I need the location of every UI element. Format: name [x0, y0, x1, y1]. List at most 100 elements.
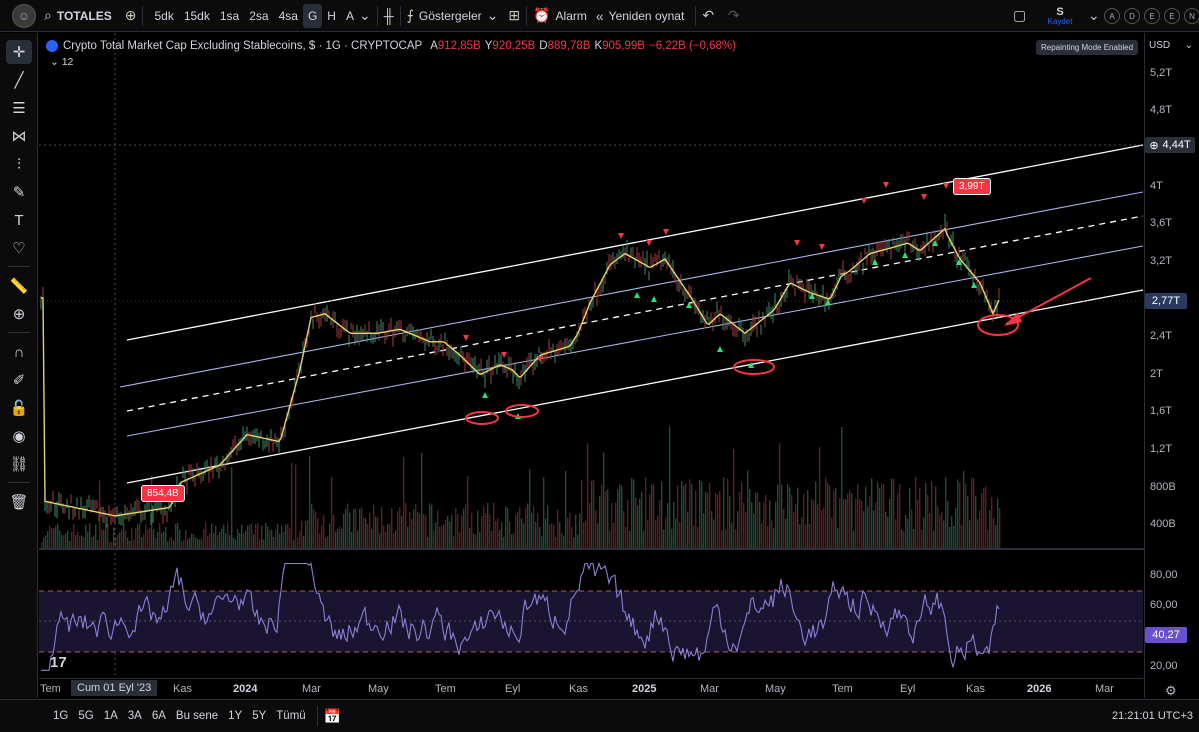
volume-bar [149, 527, 151, 548]
volume-bar [91, 536, 93, 548]
volume-bar [979, 510, 981, 548]
range-1d[interactable]: 1G [48, 710, 73, 722]
volume-bar [539, 527, 541, 548]
signal-markers [463, 182, 977, 419]
low-price-label[interactable]: 854,4B [141, 485, 185, 502]
volume-bar [175, 523, 177, 548]
time-label: 2026 [1027, 683, 1052, 695]
volume-bar [171, 537, 173, 548]
range-ytd[interactable]: Bu sene [171, 710, 223, 722]
price-label: 4T [1150, 180, 1163, 192]
volume-bar [661, 481, 663, 548]
volume-bar [49, 525, 51, 548]
volume-bar [697, 526, 699, 548]
currency-selector[interactable]: USD ⌄ [1146, 36, 1196, 54]
range-all[interactable]: Tümü [271, 710, 310, 722]
range-6m[interactable]: 6A [147, 710, 171, 722]
volume-bar [845, 499, 847, 548]
rsi-label: 80,00 [1150, 569, 1178, 581]
volume-bar [793, 512, 795, 548]
sell-marker [663, 229, 669, 235]
volume-bar [773, 528, 775, 548]
volume-bar [927, 494, 929, 548]
indicator-legend[interactable]: ⌄ 12 [50, 56, 73, 68]
regression-channel [119, 144, 1143, 484]
crosshair-price-badge: ⊕ 4,44T [1145, 137, 1195, 153]
range-5d[interactable]: 5G [73, 710, 98, 722]
volume-bar [717, 494, 719, 548]
volume-bar [651, 484, 653, 548]
volume-bar [297, 538, 299, 548]
calendar-icon[interactable]: 📅 [324, 708, 341, 725]
range-5y[interactable]: 5Y [247, 710, 271, 722]
volume-bar [895, 519, 897, 548]
volume-bar [477, 510, 479, 548]
plus-icon[interactable]: ⊕ [1149, 139, 1158, 152]
volume-bar [211, 523, 213, 548]
volume-bar [93, 535, 95, 548]
volume-bar [923, 517, 925, 548]
volume-bar [637, 505, 639, 548]
volume-bar [161, 533, 163, 548]
volume-bar [991, 497, 993, 548]
volume-bar [613, 522, 615, 548]
volume-bar [369, 512, 371, 548]
volume-bar [485, 513, 487, 548]
volume-bar [411, 518, 413, 548]
repaint-badge: Repainting Mode Enabled [1036, 40, 1139, 55]
volume-bar [691, 484, 693, 548]
volume-bar [759, 501, 761, 548]
buy-marker [651, 296, 657, 302]
volume-bar [189, 537, 191, 548]
volume-bar [837, 527, 839, 548]
volume-bar [715, 492, 717, 548]
volume-bar [639, 498, 641, 548]
volume-bar [783, 508, 785, 548]
sell-marker [861, 198, 867, 204]
volume-bar [615, 502, 617, 548]
volume-bar [481, 515, 483, 548]
volume-bar [435, 522, 437, 548]
volume-bar [123, 523, 125, 548]
volume-bar [633, 479, 635, 548]
volume-bar [597, 523, 599, 548]
volume-bar [575, 514, 577, 548]
volume-bar [641, 491, 643, 548]
volume-bar [755, 492, 757, 548]
volume-bar [169, 537, 171, 548]
volume-bar [839, 497, 841, 548]
legend-title[interactable]: Crypto Total Market Cap Excluding Stable… [63, 40, 422, 52]
volume-bar [451, 514, 453, 548]
volume-bar [465, 504, 467, 548]
volume-bar [937, 506, 939, 548]
volume-bar [753, 513, 755, 548]
volume-bar [741, 482, 743, 548]
pane-separator[interactable] [39, 548, 1199, 550]
volume-bar [975, 495, 977, 548]
volume-bar [191, 533, 193, 548]
volume-bar [899, 484, 901, 548]
volume-bar [55, 525, 57, 548]
range-3m[interactable]: 3A [123, 710, 147, 722]
volume-bar [173, 540, 175, 548]
settings-gear-icon[interactable]: ⚙ [1165, 683, 1177, 699]
price-chart[interactable]: 17 [0, 0, 1199, 732]
sell-marker [501, 352, 507, 358]
volume-bar [333, 515, 335, 548]
volume-bar [701, 481, 703, 548]
volume-bar [439, 526, 441, 548]
volume-bar [269, 530, 271, 548]
volume-bar [239, 533, 241, 548]
range-1y[interactable]: 1Y [223, 710, 247, 722]
range-1m[interactable]: 1A [99, 710, 123, 722]
volume-bar [229, 535, 231, 548]
high-price-label[interactable]: 3,99T [953, 178, 991, 195]
volume-bar [463, 508, 465, 548]
volume-bar [283, 531, 285, 548]
volume-bar [351, 531, 353, 548]
volume-bar [319, 533, 321, 548]
volume-bar [79, 536, 81, 548]
volume-bar [527, 503, 529, 548]
volume-bar [407, 526, 409, 548]
clock-time[interactable]: 21:21:01 UTC+3 [1112, 710, 1193, 722]
